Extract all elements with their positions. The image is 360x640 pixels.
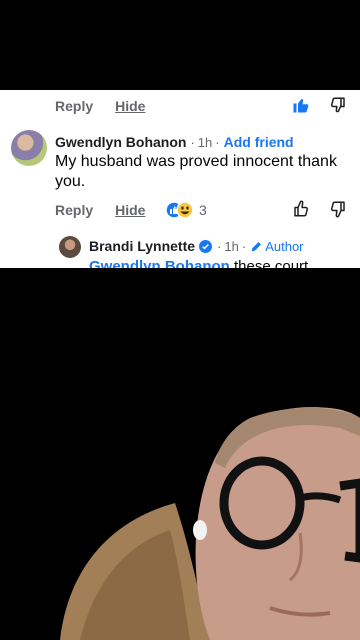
reactions-icon xyxy=(165,201,195,219)
comment-author[interactable]: Gwendlyn Bohanon xyxy=(55,134,186,150)
hide-button[interactable]: Hide xyxy=(115,98,145,114)
reaction-count: 3 xyxy=(199,202,207,218)
reply-text: Gwendlyn Bohanon these court xyxy=(89,257,308,268)
reply-button[interactable]: Reply xyxy=(55,98,93,114)
dislike-icon[interactable] xyxy=(329,200,347,218)
video-overlay xyxy=(0,268,360,640)
avatar[interactable] xyxy=(59,236,81,258)
avatar[interactable] xyxy=(11,130,47,166)
separator: · xyxy=(190,134,195,150)
add-friend-link[interactable]: Add friend xyxy=(224,134,294,150)
like-icon[interactable] xyxy=(292,96,310,114)
person-video-image xyxy=(60,407,360,640)
pencil-icon xyxy=(250,240,263,253)
dislike-icon[interactable] xyxy=(329,96,347,114)
reply-button[interactable]: Reply xyxy=(55,202,93,218)
separator: · xyxy=(217,238,222,254)
reply-text-rest: these court xyxy=(229,258,309,268)
hide-button[interactable]: Hide xyxy=(115,202,145,218)
reaction-summary[interactable]: 3 xyxy=(165,200,207,220)
author-badge: Author xyxy=(265,238,304,254)
reply-time: 1h xyxy=(224,238,239,254)
comment-actions: Reply Hide xyxy=(55,96,145,116)
comments-panel: Reply Hide Gwendlyn Bohanon · 1h · Add f… xyxy=(0,90,360,268)
comment-actions: Reply Hide xyxy=(55,200,145,220)
mention-link[interactable]: Gwendlyn Bohanon xyxy=(89,258,230,268)
reply-header: Brandi Lynnette · 1h · Author xyxy=(89,236,304,256)
verified-icon xyxy=(199,239,213,253)
reply-author[interactable]: Brandi Lynnette xyxy=(89,238,195,254)
comment-header: Gwendlyn Bohanon · 1h · Add friend xyxy=(55,132,294,152)
comment-text: My husband was proved innocent thank you… xyxy=(55,153,337,190)
separator: · xyxy=(241,238,247,254)
comment-time: 1h xyxy=(197,134,213,150)
like-icon[interactable] xyxy=(292,200,310,218)
status-area xyxy=(0,0,360,90)
separator: · xyxy=(215,134,220,150)
